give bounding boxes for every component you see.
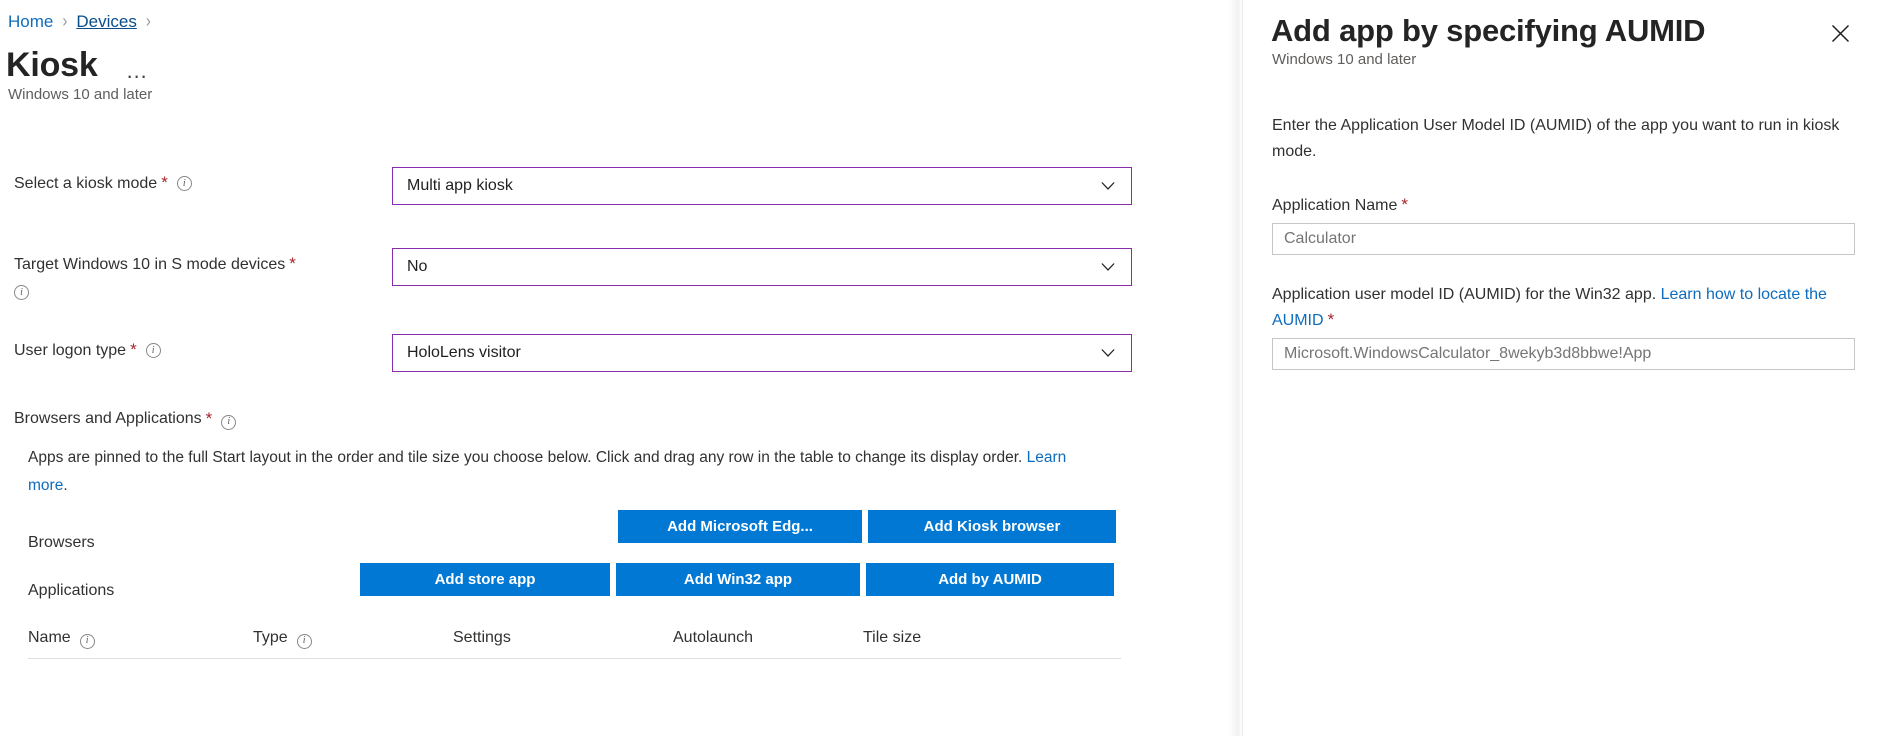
info-icon[interactable]: i [221, 415, 236, 430]
label-text: Application Name [1272, 197, 1397, 214]
info-icon[interactable]: i [297, 634, 312, 649]
column-header-label: Name [28, 629, 71, 647]
close-icon[interactable] [1823, 16, 1857, 50]
breadcrumb-item-devices[interactable]: Devices [76, 11, 136, 33]
info-icon[interactable]: i [14, 285, 29, 300]
add-kiosk-browser-button[interactable]: Add Kiosk browser [868, 510, 1116, 543]
required-indicator: * [161, 173, 168, 193]
section-description-text: Apps are pinned to the full Start layout… [28, 449, 1027, 466]
required-indicator: * [1328, 310, 1335, 329]
column-header-label: Settings [453, 629, 511, 647]
more-options-button[interactable]: … [120, 61, 155, 81]
column-header-autolaunch[interactable]: Autolaunch [673, 629, 863, 647]
panel-description: Enter the Application User Model ID (AUM… [1272, 113, 1856, 165]
chevron-right-icon: › [146, 8, 151, 36]
field-row-logon-type: User logon type * i HoloLens visitor [0, 334, 1240, 372]
page-title-row: Kiosk … [6, 44, 155, 86]
add-store-app-button[interactable]: Add store app [360, 563, 610, 596]
dropdown-s-mode[interactable]: No [392, 248, 1132, 286]
applications-button-group: Add store app Add Win32 app Add by AUMID [360, 563, 1114, 596]
column-header-tile-size[interactable]: Tile size [863, 629, 921, 647]
column-header-type[interactable]: Type i [253, 629, 453, 647]
chevron-right-icon: › [62, 8, 67, 36]
panel-title: Add app by specifying AUMID [1271, 10, 1705, 52]
section-heading-browsers-applications: Browsers and Applications * i [14, 408, 236, 430]
add-aumid-panel: Add app by specifying AUMID Windows 10 a… [1242, 0, 1881, 736]
application-name-input[interactable] [1272, 223, 1855, 255]
add-win32-app-button[interactable]: Add Win32 app [616, 563, 860, 596]
aumid-input[interactable] [1272, 338, 1855, 370]
required-indicator: * [130, 340, 137, 360]
label-text: Target Windows 10 in S mode devices [14, 254, 285, 276]
label-aumid: Application user model ID (AUMID) for th… [1272, 282, 1862, 334]
add-microsoft-edge-button[interactable]: Add Microsoft Edg... [618, 510, 862, 543]
field-row-kiosk-mode: Select a kiosk mode * i Multi app kiosk [0, 167, 1240, 205]
apps-table-header: Name i Type i Settings Autolaunch Tile s… [28, 620, 1121, 656]
breadcrumb-item-home[interactable]: Home [8, 11, 53, 33]
dropdown-logon-type[interactable]: HoloLens visitor [392, 334, 1132, 372]
dropdown-value: Multi app kiosk [407, 177, 513, 195]
label-text: User logon type [14, 340, 126, 362]
dropdown-value: No [407, 258, 427, 276]
label-application-name: Application Name* [1272, 193, 1862, 218]
column-header-settings[interactable]: Settings [453, 629, 673, 647]
column-header-label: Type [253, 629, 288, 647]
label-text: Application user model ID (AUMID) for th… [1272, 286, 1661, 303]
chevron-down-icon [1101, 260, 1115, 274]
label-s-mode: Target Windows 10 in S mode devices * i [0, 248, 392, 297]
label-kiosk-mode: Select a kiosk mode * i [0, 167, 392, 195]
table-divider [28, 658, 1121, 659]
panel-edge-shadow [1228, 0, 1242, 736]
required-indicator: * [289, 254, 296, 274]
required-indicator: * [206, 409, 213, 429]
page-title: Kiosk [6, 44, 98, 86]
section-heading-text: Browsers and Applications [14, 408, 202, 430]
label-text: Select a kiosk mode [14, 173, 157, 195]
info-icon[interactable]: i [177, 176, 192, 191]
panel-subtitle: Windows 10 and later [1272, 50, 1416, 70]
add-by-aumid-button[interactable]: Add by AUMID [866, 563, 1114, 596]
column-header-label: Autolaunch [673, 629, 753, 647]
column-header-label: Tile size [863, 629, 921, 647]
row-label-browsers: Browsers [28, 532, 95, 554]
field-row-s-mode: Target Windows 10 in S mode devices * i … [0, 248, 1240, 297]
row-label-applications: Applications [28, 580, 114, 602]
panel-header: Add app by specifying AUMID [1271, 10, 1861, 52]
section-description: Apps are pinned to the full Start layout… [28, 444, 1098, 500]
chevron-down-icon [1101, 179, 1115, 193]
chevron-down-icon [1101, 346, 1115, 360]
required-indicator: * [1401, 195, 1408, 214]
section-description-suffix: . [63, 477, 67, 494]
info-icon[interactable]: i [80, 634, 95, 649]
page-subtitle: Windows 10 and later [8, 85, 152, 105]
breadcrumb: Home › Devices › [8, 11, 160, 33]
dropdown-value: HoloLens visitor [407, 344, 521, 362]
main-content-panel: Home › Devices › Kiosk … Windows 10 and … [0, 0, 1240, 736]
info-icon[interactable]: i [146, 343, 161, 358]
browsers-button-group: Add Microsoft Edg... Add Kiosk browser [618, 510, 1116, 543]
dropdown-kiosk-mode[interactable]: Multi app kiosk [392, 167, 1132, 205]
column-header-name[interactable]: Name i [28, 629, 253, 647]
kiosk-profile-screen: Home › Devices › Kiosk … Windows 10 and … [0, 0, 1881, 736]
label-logon-type: User logon type * i [0, 334, 392, 362]
